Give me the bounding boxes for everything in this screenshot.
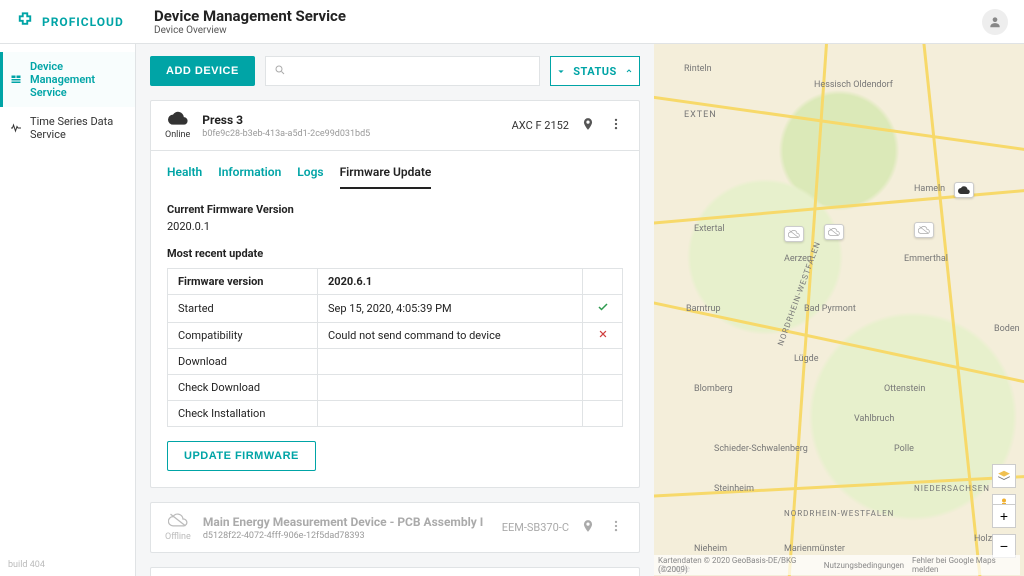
map-attribution: Kartendaten © 2020 GeoBasis-DE/BKG (©200… (654, 555, 1020, 575)
map-city-label: Marienmünster (784, 544, 845, 554)
map-city-label: EXTEN (684, 110, 717, 120)
sidebar-item-label: Device Management Service (30, 60, 125, 99)
map-city-label: Nieheim (694, 544, 727, 554)
dashboard-icon (10, 60, 22, 99)
user-avatar[interactable] (982, 9, 1008, 35)
status-label: STATUS (573, 65, 617, 78)
map-city-label: Emmerthal (904, 254, 948, 264)
tab-health[interactable]: Health (167, 161, 202, 189)
device-uuid: d5128f22-4072-4fff-906e-12f5dad78393 (203, 531, 483, 541)
device-uuid: b0fe9c28-b3eb-413a-a5d1-2ce99d031bd5 (202, 129, 370, 139)
map-region-label: NIEDERSACHSEN (914, 484, 990, 493)
page-title: Device Management Service (154, 7, 346, 25)
current-fw-label: Current Firmware Version (167, 203, 623, 216)
map-device-marker[interactable] (824, 224, 844, 240)
fw-row-compat-label: Compatibility (168, 323, 318, 349)
waveform-icon (10, 115, 22, 141)
search-icon (274, 64, 286, 79)
map-city-label: Extertal (694, 224, 725, 234)
chevron-up-icon (625, 65, 633, 78)
brand-logo-icon (16, 11, 34, 32)
tab-information[interactable]: Information (218, 161, 281, 189)
more-vert-icon[interactable] (607, 115, 625, 136)
device-type: AXC F 2152 (512, 119, 569, 132)
map-city-label: Hameln (914, 184, 945, 194)
fw-row-download-label: Download (168, 349, 318, 375)
map-city-label: Vahlbruch (854, 414, 894, 424)
current-fw-value: 2020.0.1 (167, 220, 623, 233)
device-card: Online Press 3 b0fe9c28-b3eb-413a-a5d1-2… (150, 100, 640, 488)
build-version: build 404 (0, 554, 135, 576)
map-city-label: Schieder-Schwalenberg (714, 444, 808, 454)
fw-row-compat-value: Could not send command to device (318, 323, 583, 349)
page-subtitle: Device Overview (154, 25, 346, 36)
map-city-label: Lügde (794, 354, 819, 364)
check-icon (583, 295, 623, 323)
add-device-button[interactable]: ADD DEVICE (150, 56, 255, 86)
map-city-label: Ottenstein (884, 384, 925, 394)
status-filter-dropdown[interactable]: STATUS (550, 56, 640, 86)
map-device-marker[interactable] (784, 226, 804, 242)
fw-col-version-value: 2020.6.1 (318, 269, 583, 295)
device-name: Press 3 (202, 113, 370, 127)
device-status: Online (165, 130, 190, 140)
search-input[interactable] (286, 64, 531, 78)
map-layers-button[interactable] (992, 464, 1016, 488)
map-city-label: Bad Pyrmont (804, 304, 856, 314)
map-zoom-in-button[interactable]: + (992, 504, 1016, 528)
fw-row-check-download-label: Check Download (168, 375, 318, 401)
firmware-update-table: Firmware version 2020.6.1 Started Sep 15… (167, 268, 623, 427)
map-city-label: Hessisch Oldendorf (814, 80, 893, 90)
cloud-icon (168, 111, 188, 128)
fw-row-started-label: Started (168, 295, 318, 323)
brand-name: PROFICLOUD (42, 15, 124, 29)
location-pin-icon[interactable] (579, 115, 597, 136)
device-status: Offline (165, 532, 191, 542)
cloud-offline-icon (168, 513, 188, 530)
map-device-marker[interactable] (914, 222, 934, 238)
x-icon (583, 323, 623, 349)
fw-row-started-value: Sep 15, 2020, 4:05:39 PM (318, 295, 583, 323)
location-pin-icon[interactable] (579, 517, 597, 538)
map-city-label: Boden (994, 324, 1020, 334)
tab-logs[interactable]: Logs (297, 161, 323, 189)
search-field[interactable] (265, 56, 540, 86)
device-type: EEM-SB370-C (502, 521, 569, 534)
map-panel[interactable]: Rinteln Hessisch Oldendorf EXTEN Hameln … (654, 44, 1024, 576)
map-region-label: NORDRHEIN-WESTFALEN (784, 509, 894, 518)
recent-update-label: Most recent update (167, 247, 623, 260)
arrow-down-icon (557, 65, 565, 78)
tab-firmware-update[interactable]: Firmware Update (340, 161, 432, 189)
map-city-label: Barntrup (686, 304, 721, 314)
sidebar-item-device-management[interactable]: Device Management Service (0, 52, 135, 107)
map-city-label: Blomberg (694, 384, 733, 394)
device-card-peek[interactable] (150, 567, 640, 576)
map-city-label: Steinheim (714, 484, 754, 494)
map-city-label: Polle (894, 444, 914, 454)
update-firmware-button[interactable]: UPDATE FIRMWARE (167, 441, 316, 471)
device-name: Main Energy Measurement Device - PCB Ass… (203, 515, 483, 529)
sidebar-item-label: Time Series Data Service (30, 115, 125, 141)
device-card[interactable]: Offline Main Energy Measurement Device -… (150, 502, 640, 553)
map-device-marker[interactable] (954, 182, 974, 198)
map-city-label: Rinteln (684, 64, 712, 74)
fw-row-check-install-label: Check Installation (168, 401, 318, 427)
more-vert-icon[interactable] (607, 517, 625, 538)
brand[interactable]: PROFICLOUD (16, 11, 136, 32)
sidebar-item-time-series[interactable]: Time Series Data Service (0, 107, 135, 149)
fw-col-version-header: Firmware version (168, 269, 318, 295)
